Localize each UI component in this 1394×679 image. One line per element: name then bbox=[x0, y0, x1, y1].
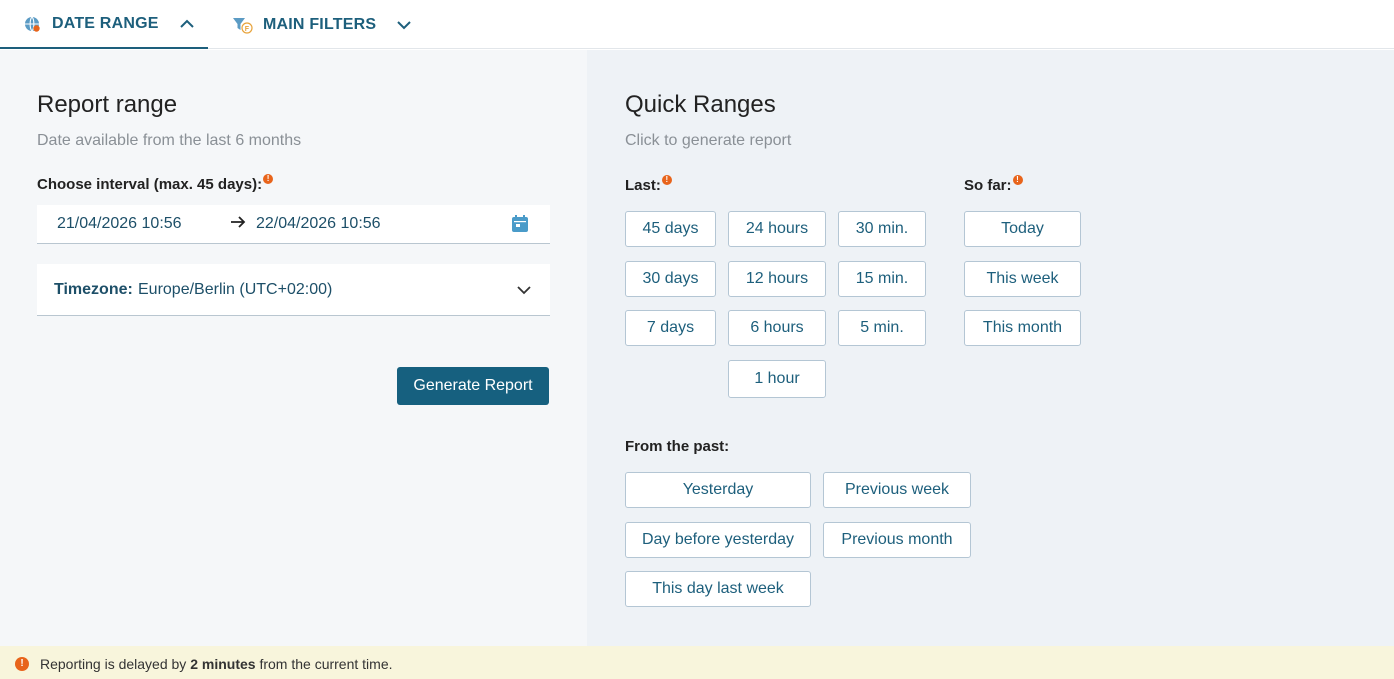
quick-range-button[interactable]: 12 hours bbox=[728, 261, 826, 297]
past-range-button[interactable]: Previous month bbox=[823, 522, 971, 558]
quick-range-button[interactable]: 30 days bbox=[625, 261, 716, 297]
reporting-delay-notice: ! Reporting is delayed by 2 minutes from… bbox=[0, 646, 1394, 679]
chevron-up-icon bbox=[179, 19, 194, 28]
past-range-button[interactable]: Yesterday bbox=[625, 472, 811, 508]
quick-range-button[interactable]: 6 hours bbox=[728, 310, 826, 346]
warning-icon: ! bbox=[661, 175, 672, 185]
notice-prefix: Reporting is delayed by bbox=[40, 656, 191, 672]
tab-main-filters[interactable]: F MAIN FILTERS bbox=[232, 0, 412, 49]
quick-range-button[interactable]: 24 hours bbox=[728, 211, 826, 247]
quick-ranges-title: Quick Ranges bbox=[625, 91, 776, 118]
interval-label-text: Choose interval (max. 45 days): bbox=[37, 176, 263, 193]
past-range-button[interactable]: Day before yesterday bbox=[625, 522, 811, 558]
chevron-down-icon bbox=[397, 20, 411, 29]
so-far-group-label: So far:! bbox=[964, 175, 1023, 194]
tab-date-range-label: DATE RANGE bbox=[52, 14, 159, 32]
last-label-text: Last: bbox=[625, 177, 661, 194]
filter-tabs: DATE RANGE F MAIN FILTERS bbox=[0, 0, 1394, 49]
timezone-value: Europe/Berlin (UTC+02:00) bbox=[138, 280, 333, 298]
report-range-panel: Report range Date available from the las… bbox=[0, 50, 587, 646]
tab-main-filters-label: MAIN FILTERS bbox=[263, 15, 377, 33]
quick-range-button[interactable]: 30 min. bbox=[838, 211, 926, 247]
date-to-value[interactable]: 22/04/2026 10:56 bbox=[256, 215, 381, 233]
tab-date-range[interactable]: DATE RANGE bbox=[0, 0, 208, 49]
past-group-label: From the past: bbox=[625, 438, 730, 455]
so-far-button[interactable]: This month bbox=[964, 310, 1081, 346]
report-range-title: Report range bbox=[37, 91, 178, 118]
past-range-button[interactable]: Previous week bbox=[823, 472, 971, 508]
last-group-label: Last:! bbox=[625, 175, 672, 194]
calendar-icon[interactable] bbox=[510, 214, 530, 234]
quick-range-button[interactable]: 45 days bbox=[625, 211, 716, 247]
so-far-label-text: So far: bbox=[964, 177, 1012, 194]
filter-icon: F bbox=[233, 17, 253, 34]
report-range-subtitle: Date available from the last 6 months bbox=[37, 132, 302, 149]
past-range-button[interactable]: This day last week bbox=[625, 571, 811, 607]
warning-icon: ! bbox=[15, 657, 29, 671]
quick-ranges-panel: Quick Ranges Click to generate report La… bbox=[587, 50, 1394, 646]
notice-suffix: from the current time. bbox=[255, 656, 393, 672]
so-far-button[interactable]: Today bbox=[964, 211, 1081, 247]
globe-icon bbox=[25, 16, 40, 32]
svg-text:F: F bbox=[245, 26, 250, 33]
quick-range-button[interactable]: 1 hour bbox=[728, 360, 826, 398]
notice-text: Reporting is delayed by 2 minutes from t… bbox=[40, 656, 393, 672]
quick-ranges-subtitle: Click to generate report bbox=[625, 132, 792, 149]
quick-range-button[interactable]: 5 min. bbox=[838, 310, 926, 346]
timezone-select[interactable]: Timezone: Europe/Berlin (UTC+02:00) bbox=[37, 264, 550, 316]
date-from-value[interactable]: 21/04/2026 10:56 bbox=[57, 215, 182, 233]
quick-range-button[interactable]: 15 min. bbox=[838, 261, 926, 297]
warning-icon: ! bbox=[263, 174, 274, 184]
arrow-right-icon bbox=[231, 216, 246, 228]
generate-report-button[interactable]: Generate Report bbox=[397, 367, 549, 405]
warning-icon: ! bbox=[1012, 175, 1023, 185]
timezone-label: Timezone: bbox=[54, 280, 133, 298]
chevron-down-icon bbox=[517, 286, 531, 295]
notice-delay-value: 2 minutes bbox=[190, 656, 256, 672]
quick-range-button[interactable]: 7 days bbox=[625, 310, 716, 346]
so-far-button[interactable]: This week bbox=[964, 261, 1081, 297]
date-interval-input[interactable]: 21/04/2026 10:56 22/04/2026 10:56 bbox=[37, 205, 550, 244]
interval-label: Choose interval (max. 45 days):! bbox=[37, 174, 274, 193]
